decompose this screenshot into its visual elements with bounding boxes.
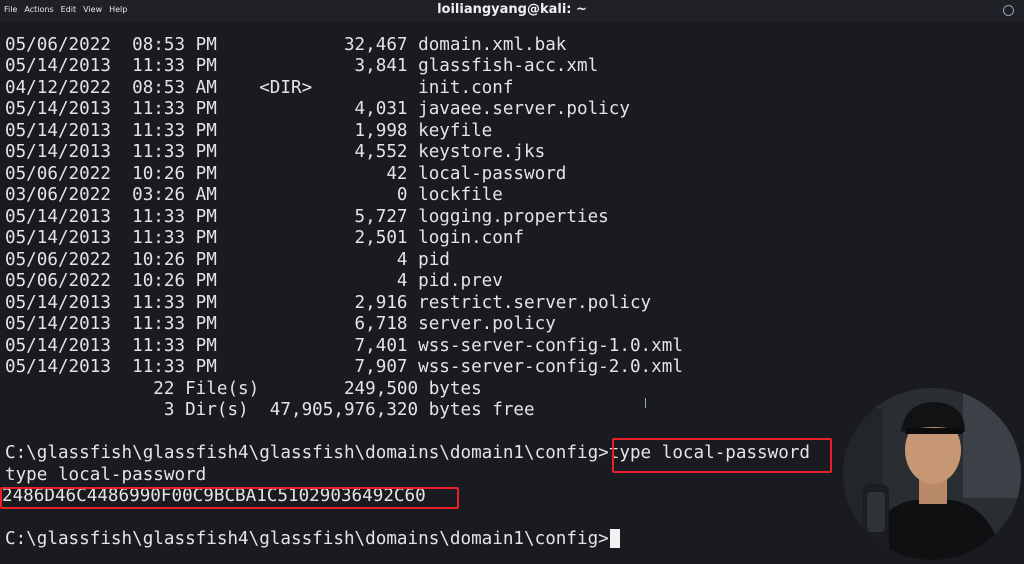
listing-line: 05/06/2022 10:26 PM 42 local-password — [5, 164, 567, 184]
command-echo: type local-password — [5, 465, 207, 485]
listing-line: 05/14/2013 11:33 PM 5,727 logging.proper… — [5, 207, 609, 227]
title-bar: File Actions Edit View Help loiliangyang… — [0, 0, 1024, 22]
mouse-ibeam-icon — [644, 398, 648, 408]
listing-line: 05/14/2013 11:33 PM 2,916 restrict.serve… — [5, 293, 652, 313]
listing-line: 05/06/2022 10:26 PM 4 pid — [5, 250, 450, 270]
text-cursor — [609, 529, 620, 548]
hash-highlight-box — [0, 487, 459, 509]
final-prompt-line: C:\glassfish\glassfish4\glassfish\domain… — [5, 529, 620, 550]
listing-line: 05/14/2013 11:33 PM 6,718 server.policy — [5, 314, 556, 334]
presenter-image — [843, 388, 1021, 560]
prompt: C:\glassfish\glassfish4\glassfish\domain… — [5, 443, 609, 463]
summary-files: 22 File(s) 249,500 bytes — [5, 379, 482, 399]
listing-line: 05/14/2013 11:33 PM 7,907 wss-server-con… — [5, 357, 683, 377]
window-title: loiliangyang@kali: ~ — [437, 2, 587, 17]
window-control-icon[interactable] — [1003, 5, 1014, 16]
listing-line: 05/14/2013 11:33 PM 2,501 login.conf — [5, 228, 525, 248]
listing-line: 05/14/2013 11:33 PM 4,552 keystore.jks — [5, 142, 546, 162]
listing-line: 03/06/2022 03:26 AM 0 lockfile — [5, 185, 503, 205]
listing-line: 05/14/2013 11:33 PM 1,998 keyfile — [5, 121, 493, 141]
summary-dirs: 3 Dir(s) 47,905,976,320 bytes free — [5, 400, 535, 420]
listing-line: 05/06/2022 08:53 PM 32,467 domain.xml.ba… — [5, 35, 567, 55]
listing-line: 05/14/2013 11:33 PM 7,401 wss-server-con… — [5, 336, 683, 356]
command-highlight-box — [612, 438, 832, 473]
webcam-overlay — [843, 388, 1021, 560]
listing-line: 05/14/2013 11:33 PM 3,841 glassfish-acc.… — [5, 56, 599, 76]
listing-line: 05/14/2013 11:33 PM 4,031 javaee.server.… — [5, 99, 630, 119]
listing-line: 04/12/2022 08:53 AM <DIR> init.conf — [5, 78, 514, 98]
prompt: C:\glassfish\glassfish4\glassfish\domain… — [5, 529, 609, 549]
listing-line: 05/06/2022 10:26 PM 4 pid.prev — [5, 271, 503, 291]
